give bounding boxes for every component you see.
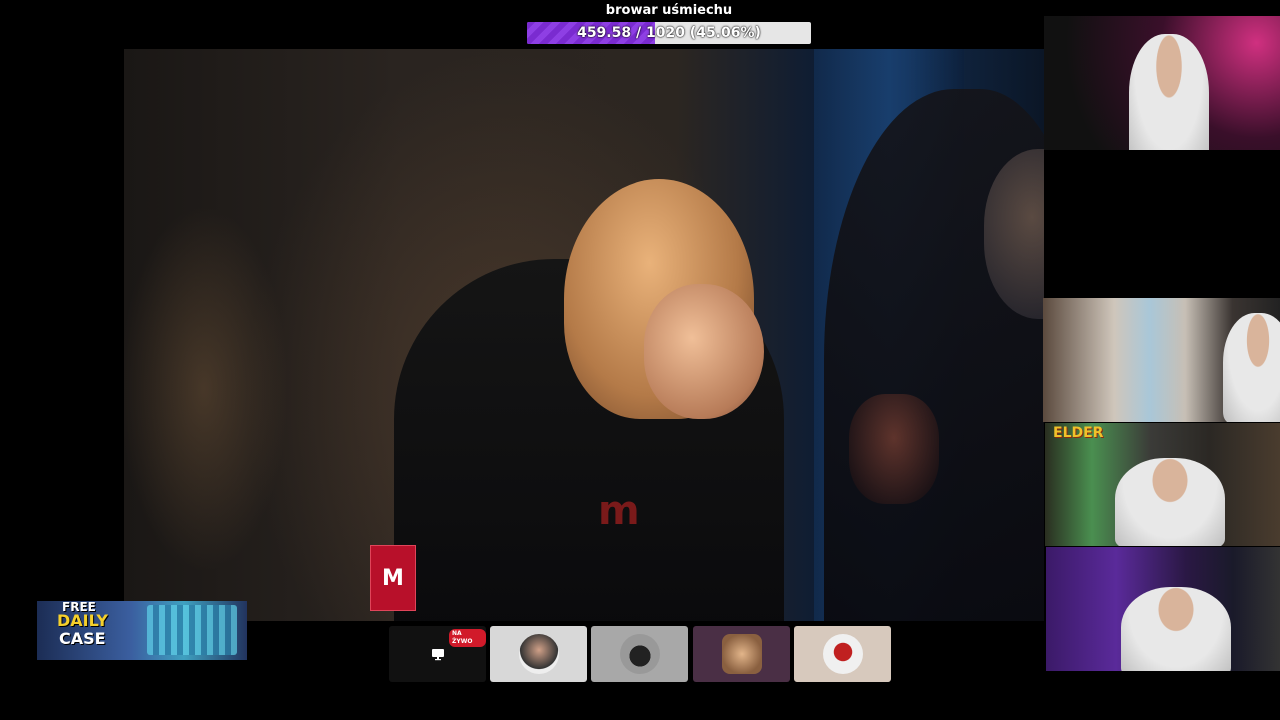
promo-text-daily: DAILY	[57, 611, 108, 630]
monitor-icon	[431, 649, 444, 661]
switcher-tile-screen[interactable]: NA ŻYWO	[389, 626, 486, 682]
participant-avatar	[721, 634, 762, 674]
switcher-tile-participant-4[interactable]	[794, 626, 891, 682]
participant-avatar	[518, 634, 559, 674]
goal-progress-bar: 459.58 / 1020 (45.06%)	[527, 22, 811, 44]
switcher-tile-participant-1[interactable]	[490, 626, 587, 682]
scene-man-hand	[849, 394, 939, 504]
live-badge: NA ŻYWO	[449, 629, 486, 647]
promo-text-case: CASE	[59, 629, 106, 648]
webcam-guest-3[interactable]: ELDER	[1045, 423, 1280, 546]
main-video[interactable]: m	[124, 49, 1044, 621]
cam-overlay-logo: ELDER	[1053, 425, 1104, 441]
scene-woman-face	[644, 284, 764, 419]
stream-switcher: NA ŻYWO	[389, 626, 892, 682]
channel-badge-m: M	[370, 545, 416, 611]
hoodie-logo-icon: m	[598, 488, 640, 534]
webcam-person	[1129, 34, 1209, 150]
goal-title: browar uśmiechu	[605, 3, 733, 18]
promo-banner[interactable]: FREE DAILY CASE	[37, 601, 247, 660]
participant-avatar	[619, 634, 660, 674]
switcher-tile-participant-2[interactable]	[591, 626, 688, 682]
switcher-tile-participant-3[interactable]	[693, 626, 790, 682]
webcam-guest-4[interactable]	[1046, 547, 1280, 671]
goal-progress-label: 459.58 / 1020 (45.06%)	[577, 25, 761, 41]
webcam-person	[1223, 313, 1280, 422]
webcam-person	[1115, 458, 1225, 546]
webcam-host[interactable]	[1044, 16, 1280, 150]
webcam-person	[1121, 587, 1231, 671]
webcam-guest-2[interactable]	[1043, 298, 1280, 422]
promo-case-art	[147, 605, 237, 655]
participant-avatar	[822, 634, 863, 674]
